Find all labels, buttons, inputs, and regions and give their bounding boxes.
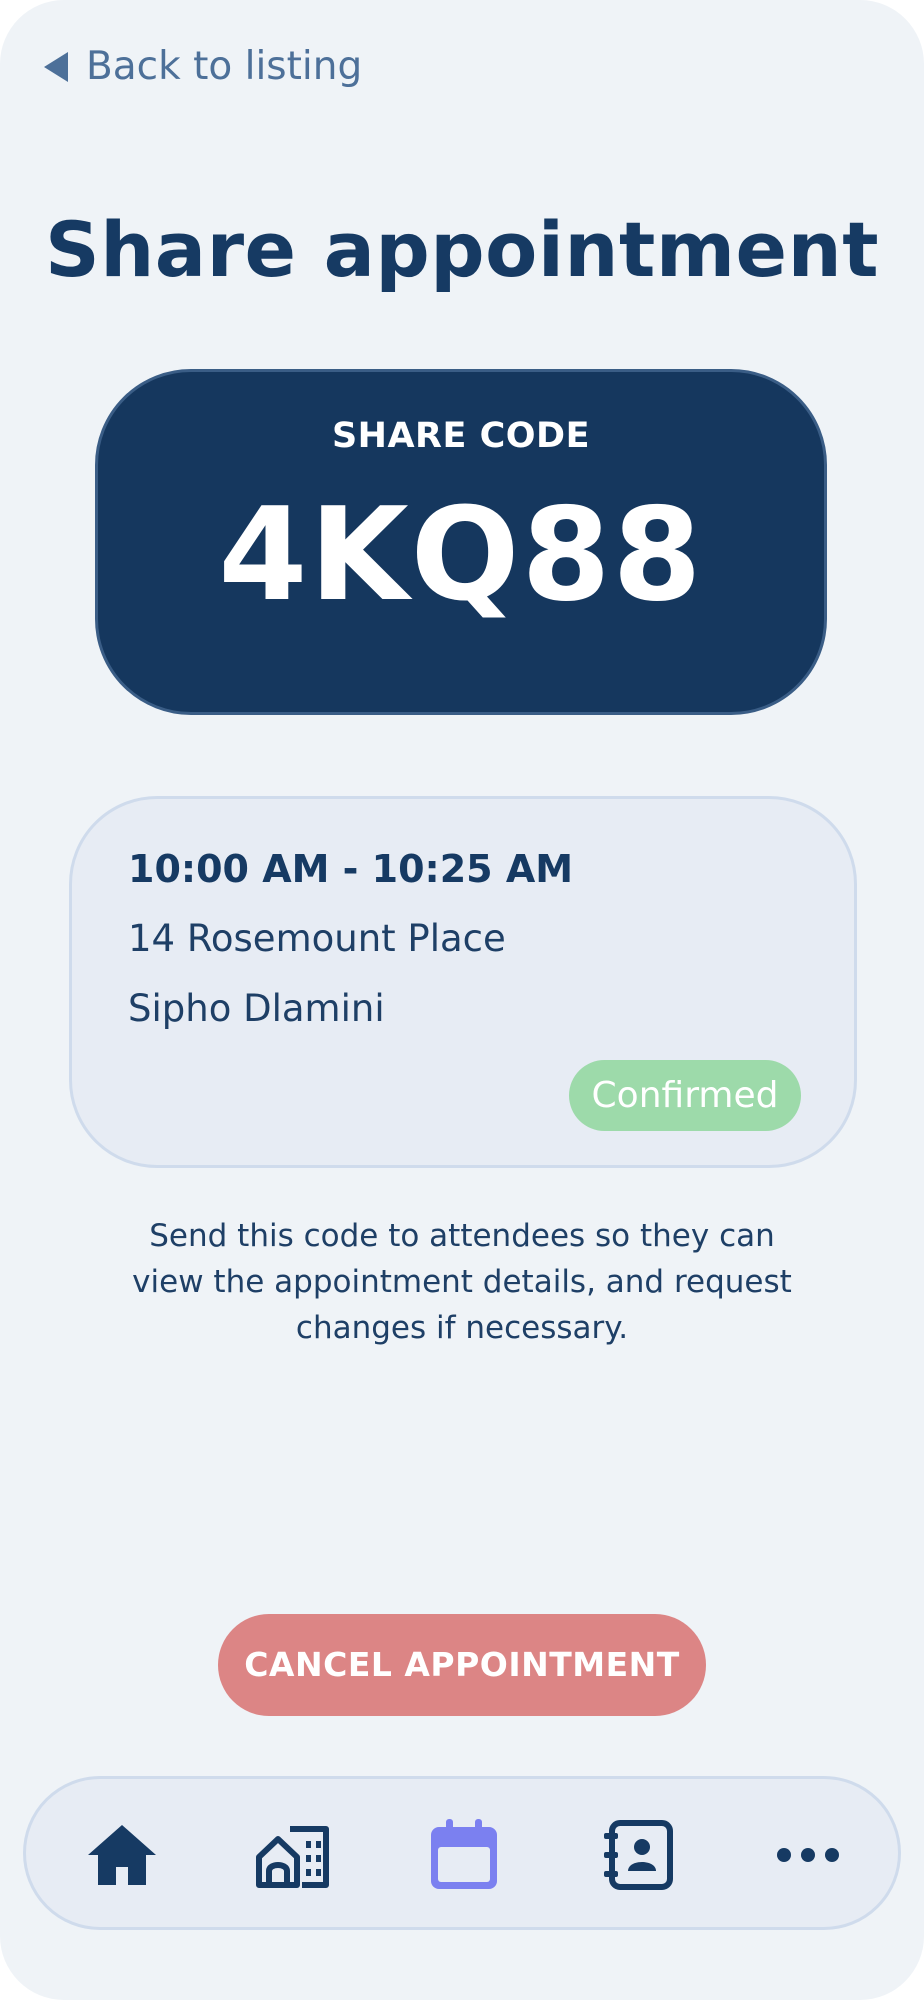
calendar-icon <box>431 1819 497 1889</box>
share-code-card: SHARE CODE 4KQ88 <box>95 369 827 715</box>
share-instructions-line: view the appointment details, and reques… <box>132 1264 792 1300</box>
tab-more[interactable] <box>770 1819 846 1891</box>
appointment-time: 10:00 AM - 10:25 AM <box>128 847 574 891</box>
appointment-address: 14 Rosemount Place <box>128 917 506 960</box>
share-code-label: SHARE CODE <box>331 416 591 456</box>
more-icon <box>777 1848 839 1862</box>
bottom-tab-bar <box>23 1776 901 1930</box>
share-instructions: Send this code to attendees so they can … <box>100 1213 824 1351</box>
back-to-listing-link[interactable]: Back to listing <box>44 44 362 89</box>
cancel-appointment-button[interactable]: CANCEL APPOINTMENT <box>218 1614 706 1716</box>
tab-properties[interactable] <box>254 1819 330 1891</box>
back-link-label: Back to listing <box>86 44 363 89</box>
buildings-icon <box>256 1826 329 1888</box>
back-arrow-icon <box>44 51 68 82</box>
appointment-attendee: Sipho Dlamini <box>128 987 385 1030</box>
share-code-value: 4KQ88 <box>218 481 704 630</box>
tab-contacts[interactable] <box>600 1819 676 1891</box>
appointment-card: 10:00 AM - 10:25 AM 14 Rosemount Place S… <box>69 796 857 1168</box>
tab-home[interactable] <box>84 1819 160 1891</box>
status-badge: Confirmed <box>569 1060 801 1131</box>
contacts-book-icon <box>604 1820 673 1890</box>
tab-calendar[interactable] <box>426 1819 502 1891</box>
share-instructions-line: Send this code to attendees so they can <box>149 1218 775 1254</box>
page-title: Share appointment <box>44 205 880 294</box>
home-icon <box>88 1825 156 1885</box>
share-instructions-line: changes if necessary. <box>295 1310 629 1346</box>
screen: Back to listing Share appointment SHARE … <box>0 0 924 2000</box>
